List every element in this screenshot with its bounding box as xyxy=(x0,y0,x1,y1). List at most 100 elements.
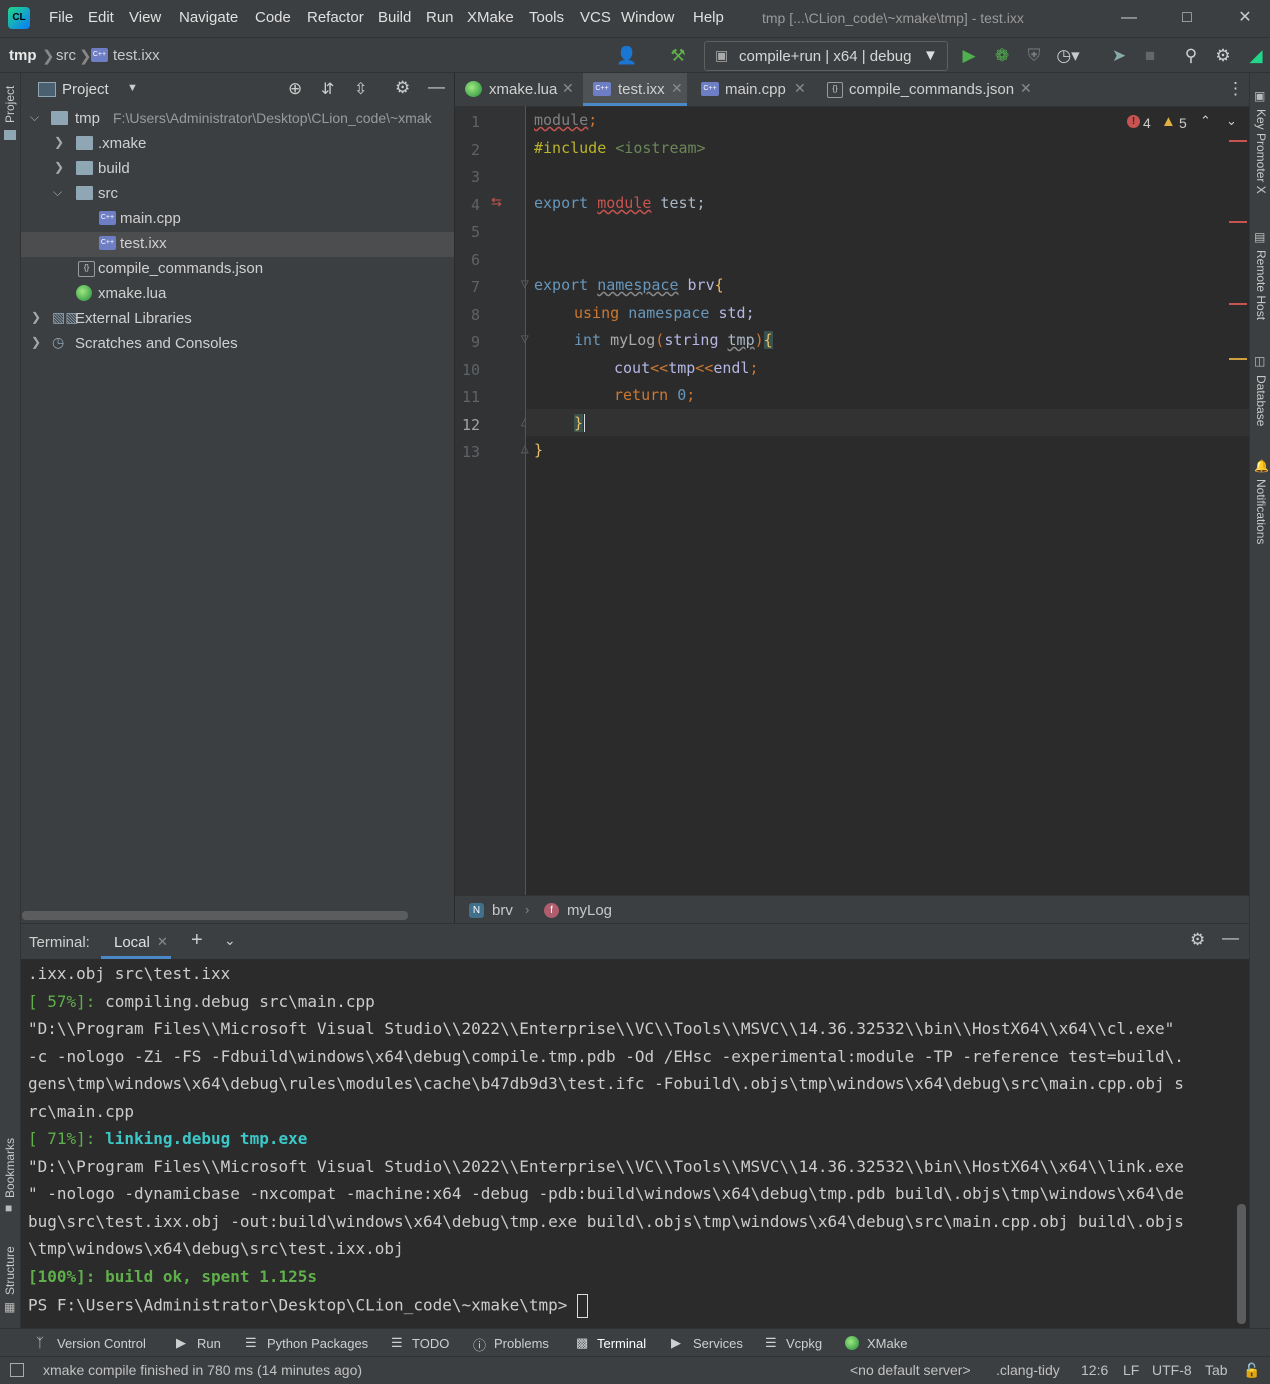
chevron-down-icon[interactable]: ⌄ xyxy=(224,932,236,949)
error-marker[interactable] xyxy=(1229,303,1247,305)
code-line-1[interactable]: module; xyxy=(534,111,597,129)
stop-icon[interactable]: ■ xyxy=(1138,45,1162,67)
menu-edit[interactable]: Edit xyxy=(88,9,114,26)
status-line-separator[interactable]: LF xyxy=(1123,1362,1139,1378)
code-line-2[interactable]: #include <iostream> xyxy=(534,139,706,157)
menu-refactor[interactable]: Refactor xyxy=(307,9,364,26)
breadcrumb-function[interactable]: myLog xyxy=(567,902,612,919)
status-encoding[interactable]: UTF-8 xyxy=(1152,1362,1192,1378)
chevron-right-icon[interactable]: ❯ xyxy=(54,160,64,174)
menu-file[interactable]: File xyxy=(49,9,73,26)
coverage-icon[interactable]: ⛨ xyxy=(1022,45,1046,67)
menu-vcs[interactable]: VCS xyxy=(580,9,611,26)
gear-icon[interactable]: ⚙ xyxy=(395,78,410,98)
close-icon[interactable]: ✕ xyxy=(1020,80,1032,97)
notifications-tool-button[interactable]: Notifications xyxy=(1254,479,1268,544)
menu-navigate[interactable]: Navigate xyxy=(179,9,238,26)
error-marker[interactable] xyxy=(1229,140,1247,142)
tab-compile-commands[interactable]: {} compile_commands.json ✕ xyxy=(817,73,1039,106)
menu-tools[interactable]: Tools xyxy=(529,9,564,26)
build-hammer-icon[interactable]: ⚒ xyxy=(666,45,690,67)
settings-icon[interactable]: ⚙ xyxy=(1211,45,1235,67)
chevron-right-icon[interactable]: ❯ xyxy=(31,310,41,324)
toggle-toolwindows-icon[interactable] xyxy=(10,1363,24,1377)
code-line-10[interactable]: cout<<tmp<<endl; xyxy=(614,359,759,377)
warning-marker[interactable] xyxy=(1229,358,1247,360)
code-line-11[interactable]: return 0; xyxy=(614,386,695,404)
menu-code[interactable]: Code xyxy=(255,9,291,26)
tree-item-xmake-lua[interactable]: xmake.lua xyxy=(21,282,454,307)
tab-test-ixx[interactable]: C++ test.ixx ✕ xyxy=(583,73,687,106)
breadcrumb-namespace[interactable]: brv xyxy=(492,902,513,919)
minimize-icon[interactable]: — xyxy=(1117,6,1141,30)
run-configuration-select[interactable]: ▣ compile+run | x64 | debug ▼ xyxy=(704,41,948,71)
search-icon[interactable]: ⚲ xyxy=(1179,45,1203,67)
chevron-down-icon[interactable]: ⌵ xyxy=(30,110,39,125)
bookmarks-tool-button[interactable]: Bookmarks xyxy=(3,1138,17,1198)
tree-item-build-folder[interactable]: ❯ build xyxy=(21,157,454,182)
menu-view[interactable]: View xyxy=(129,9,161,26)
key-promoter-tool-button[interactable]: Key Promoter X xyxy=(1254,109,1268,194)
close-icon[interactable]: ✕ xyxy=(671,80,683,97)
menu-window[interactable]: Window xyxy=(621,9,674,26)
chevron-down-icon[interactable]: ▼ xyxy=(127,82,138,94)
project-tool-button[interactable]: Project xyxy=(3,86,17,123)
attach-icon[interactable]: ➤ xyxy=(1107,45,1131,67)
tab-main-cpp[interactable]: C++ main.cpp ✕ xyxy=(691,73,811,106)
user-icon[interactable]: 👤▾ xyxy=(615,45,639,87)
error-marker[interactable] xyxy=(1229,221,1247,223)
code-line-7[interactable]: export namespace brv{ xyxy=(534,276,724,294)
tree-item-main-cpp[interactable]: C++ main.cpp xyxy=(21,207,454,232)
breadcrumb-src[interactable]: src xyxy=(56,47,76,64)
new-terminal-icon[interactable]: + xyxy=(191,929,203,952)
close-icon[interactable]: ✕ xyxy=(157,934,168,950)
terminal-prompt[interactable]: PS F:\Users\Administrator\Desktop\CLion_… xyxy=(28,1294,589,1318)
lock-icon[interactable]: 🔓 xyxy=(1243,1362,1260,1379)
run-icon[interactable]: ▶ xyxy=(957,45,981,67)
code-line-9[interactable]: int myLog(string tmp){ xyxy=(574,331,773,349)
maximize-icon[interactable]: □ xyxy=(1175,6,1199,30)
next-highlight-icon[interactable]: ⌄ xyxy=(1226,113,1237,129)
chevron-right-icon[interactable]: ❯ xyxy=(54,135,64,149)
tree-item-root[interactable]: ⌵ tmp F:\Users\Administrator\Desktop\CLi… xyxy=(21,107,454,132)
tree-item-compile-commands[interactable]: {} compile_commands.json xyxy=(21,257,454,282)
status-caret-position[interactable]: 12:6 xyxy=(1081,1362,1108,1378)
previous-highlight-icon[interactable]: ⌃ xyxy=(1200,113,1211,129)
status-indent[interactable]: Tab xyxy=(1205,1362,1228,1378)
debug-icon[interactable]: ❁ xyxy=(990,45,1014,67)
close-icon[interactable]: ✕ xyxy=(562,80,574,97)
status-message[interactable]: xmake compile finished in 780 ms (14 min… xyxy=(43,1362,362,1378)
code-line-12[interactable]: } xyxy=(574,414,586,432)
more-tabs-icon[interactable]: ⋮ xyxy=(1227,79,1244,99)
structure-tool-button[interactable]: Structure xyxy=(3,1246,17,1295)
gear-icon[interactable]: ⚙ xyxy=(1190,930,1205,950)
implementation-gutter-icon[interactable]: ⇆ xyxy=(491,194,502,210)
remote-host-tool-button[interactable]: Remote Host xyxy=(1254,250,1268,320)
terminal-tab-local[interactable]: Local ✕ xyxy=(101,924,171,959)
clion-logo-icon[interactable]: CL xyxy=(8,7,30,29)
code-line-13[interactable]: } xyxy=(534,441,543,459)
status-inspector[interactable]: .clang-tidy xyxy=(996,1362,1060,1378)
profile-icon[interactable]: ◷▾ xyxy=(1056,45,1080,67)
expand-all-icon[interactable]: ⇵ xyxy=(321,79,334,99)
code-line-8[interactable]: using namespace std; xyxy=(574,304,755,322)
menu-help[interactable]: Help xyxy=(693,9,724,26)
tab-xmake-lua[interactable]: xmake.lua ✕ xyxy=(455,73,581,106)
menu-run[interactable]: Run xyxy=(426,9,454,26)
breadcrumb-project[interactable]: tmp xyxy=(9,47,37,64)
database-tool-button[interactable]: Database xyxy=(1254,375,1268,426)
chevron-down-icon[interactable]: ⌵ xyxy=(53,185,62,200)
tree-item-src-folder[interactable]: ⌵ src xyxy=(21,182,454,207)
project-panel-title[interactable]: Project xyxy=(62,81,109,98)
locate-file-icon[interactable]: ⊕ xyxy=(288,79,302,99)
tree-item-test-ixx[interactable]: C++ test.ixx xyxy=(21,232,454,257)
collapse-all-icon[interactable]: ⇳ xyxy=(354,79,367,99)
plugin-icon[interactable]: ◢ xyxy=(1244,45,1268,67)
code-line-4[interactable]: export module test; xyxy=(534,194,706,212)
close-icon[interactable]: ✕ xyxy=(794,80,806,97)
menu-build[interactable]: Build xyxy=(378,9,411,26)
project-horizontal-scrollbar[interactable] xyxy=(22,911,408,920)
hide-panel-icon[interactable]: — xyxy=(428,77,445,97)
status-server[interactable]: <no default server> xyxy=(850,1362,971,1378)
terminal-vertical-scrollbar[interactable] xyxy=(1237,1204,1246,1324)
